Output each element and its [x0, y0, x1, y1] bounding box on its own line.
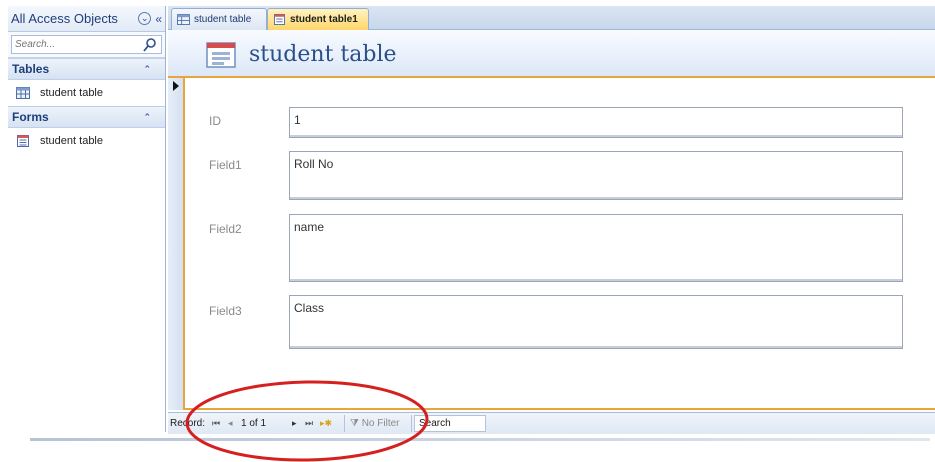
table-icon	[177, 14, 190, 25]
form-icon	[274, 14, 285, 25]
navigation-pane: All Access Objects ⌄ « Tables ⌃ student …	[8, 6, 166, 432]
field-input-id[interactable]: 1	[289, 107, 903, 138]
search-icon[interactable]	[143, 37, 157, 52]
tab-label: student table1	[290, 14, 358, 25]
field-input-field2[interactable]: name	[289, 214, 903, 282]
form-icon	[17, 135, 29, 147]
record-search-box[interactable]: Search	[414, 415, 486, 432]
tab-student-table1[interactable]: student table1	[267, 8, 369, 30]
field-label-field3: Field3	[209, 304, 242, 318]
last-record-icon[interactable]: ⏭	[305, 418, 313, 429]
status-area	[8, 434, 935, 462]
new-record-icon[interactable]: ▸✱	[320, 418, 332, 429]
first-record-icon[interactable]: ⏮	[212, 418, 220, 429]
nav-group-forms[interactable]: Forms ⌃	[8, 106, 165, 128]
nav-pane-title[interactable]: All Access Objects	[11, 11, 138, 26]
field-input-field1[interactable]: Roll No	[289, 151, 903, 200]
field-label-id: ID	[209, 114, 221, 128]
collapse-group-icon[interactable]: ⌃	[143, 112, 151, 123]
no-filter-button[interactable]: ⧩ No Filter	[344, 415, 412, 432]
no-filter-label: No Filter	[361, 418, 400, 429]
tab-student-table[interactable]: student table	[171, 8, 267, 30]
tab-label: student table	[194, 14, 252, 25]
nav-item-student-form[interactable]: student table	[8, 128, 165, 154]
field-input-field3[interactable]: Class	[289, 295, 903, 349]
field-label-field2: Field2	[209, 222, 242, 236]
nav-pane-header[interactable]: All Access Objects ⌄ «	[8, 6, 165, 32]
form-header: student table	[168, 30, 935, 78]
filter-icon: ⧩	[350, 418, 359, 429]
nav-group-tables-label: Tables	[12, 62, 50, 76]
record-selector[interactable]	[168, 78, 185, 410]
chevron-down-icon[interactable]: ⌄	[138, 12, 152, 25]
nav-search-bar	[8, 32, 165, 58]
nav-group-forms-label: Forms	[12, 110, 49, 124]
nav-search-input[interactable]	[12, 36, 132, 53]
record-position-field[interactable]: 1 of 1	[241, 418, 279, 429]
field-label-field1: Field1	[209, 158, 242, 172]
collapse-group-icon[interactable]: ⌃	[143, 64, 151, 75]
nav-group-tables[interactable]: Tables ⌃	[8, 58, 165, 80]
nav-item-student-table[interactable]: student table	[8, 80, 165, 106]
form-icon	[206, 42, 236, 68]
nav-item-label: student table	[40, 87, 103, 99]
current-record-arrow-icon	[173, 81, 179, 91]
nav-item-label: student table	[40, 135, 103, 147]
document-tab-strip: student table student table1	[168, 6, 935, 30]
record-navigation-bar: Record: ⏮ ◂ 1 of 1 ▸ ⏭ ▸✱ ⧩ No Filter Se…	[168, 412, 935, 434]
form-title: student table	[249, 42, 397, 67]
form-bottom-border	[185, 408, 935, 410]
nav-search-box	[11, 35, 162, 54]
collapse-pane-icon[interactable]: «	[155, 12, 162, 26]
next-record-icon[interactable]: ▸	[292, 418, 297, 429]
horizontal-scrollbar[interactable]	[30, 438, 930, 441]
previous-record-icon[interactable]: ◂	[228, 418, 233, 429]
table-icon	[16, 87, 30, 99]
form-view: student table ID 1 Field1 Roll No Field2…	[168, 30, 935, 410]
record-label: Record:	[170, 418, 206, 429]
